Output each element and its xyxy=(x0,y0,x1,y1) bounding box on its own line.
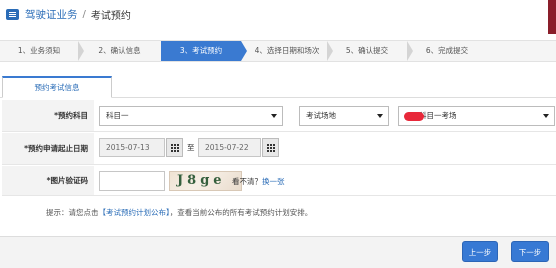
caret-down-icon xyxy=(543,114,549,118)
start-date-input[interactable]: 2015-07-13 xyxy=(99,138,165,157)
hint-prefix: 提示：请您点击 xyxy=(46,208,99,217)
list-icon xyxy=(6,8,19,20)
calendar-icon[interactable] xyxy=(262,138,279,157)
subject-label: *预约科目 xyxy=(2,100,94,131)
subject-select[interactable]: 科目一 xyxy=(99,106,283,126)
breadcrumb-root[interactable]: 驾驶证业务 xyxy=(25,7,78,22)
subject-select-value: 科目一 xyxy=(106,111,129,120)
subject-row: *预约科目 科目一 考试场地 科目一考场 xyxy=(2,100,556,132)
venue-select[interactable]: 考试场地 xyxy=(299,106,389,126)
caret-down-icon xyxy=(377,114,383,118)
tab-bar: 预约考试信息 xyxy=(0,74,556,98)
venue-detail-value: 科目一考场 xyxy=(419,111,457,120)
step-6: 6、完成提交 xyxy=(407,41,487,61)
captcha-input[interactable] xyxy=(99,171,165,191)
step-4: 4、选择日期和场次 xyxy=(247,41,333,61)
step-label: 3、考试预约 xyxy=(179,46,223,55)
step-label: 2、确认信息 xyxy=(98,46,141,55)
step-3: 3、考试预约 xyxy=(161,41,247,61)
calendar-icon[interactable] xyxy=(166,138,183,157)
step-bar: 1、业务须知 2、确认信息 3、考试预约 4、选择日期和场次 5、确认提交 6、… xyxy=(0,40,556,62)
caret-down-icon xyxy=(271,114,277,118)
captcha-hint: 看不清？换一张 xyxy=(232,176,285,187)
step-5: 5、确认提交 xyxy=(327,41,413,61)
breadcrumb-separator: / xyxy=(82,8,86,20)
step-label: 6、完成提交 xyxy=(425,46,469,55)
venue-detail-select[interactable]: 科目一考场 xyxy=(398,106,555,126)
chevron-right-icon xyxy=(241,41,247,61)
venue-select-value: 考试场地 xyxy=(306,111,336,120)
hint-text: 提示：请您点击【考试预约计划公布】，查看当前公布的所有考试预约计划安排。 xyxy=(46,207,312,218)
date-range-separator: 至 xyxy=(187,143,195,152)
captcha-row: *图片验证码 J8ge 看不清？换一张 xyxy=(2,166,556,196)
page-header: 驾驶证业务 / 考试预约 xyxy=(0,0,556,28)
date-range-label: *预约申请起止日期 xyxy=(2,133,94,164)
tab-appointment-info[interactable]: 预约考试信息 xyxy=(2,76,112,98)
schedule-link[interactable]: 【考试预约计划公布】 xyxy=(99,208,170,217)
prev-button[interactable]: 上一步 xyxy=(462,241,498,262)
next-button[interactable]: 下一步 xyxy=(511,241,549,262)
captcha-hint-text: 看不清？ xyxy=(232,177,262,186)
step-label: 5、确认提交 xyxy=(345,46,389,55)
step-label: 4、选择日期和场次 xyxy=(254,46,320,55)
step-1: 1、业务须知 xyxy=(0,41,84,61)
hint-suffix: ，查看当前公布的所有考试预约计划安排。 xyxy=(169,208,313,217)
redaction-mark xyxy=(404,112,424,121)
step-2: 2、确认信息 xyxy=(78,41,167,61)
step-label: 1、业务须知 xyxy=(17,46,61,55)
captcha-label: *图片验证码 xyxy=(2,166,94,195)
date-range-row: *预约申请起止日期 2015-07-13 至 2015-07-22 xyxy=(2,133,556,165)
captcha-refresh-link[interactable]: 换一张 xyxy=(262,177,285,186)
end-date-input[interactable]: 2015-07-22 xyxy=(198,138,261,157)
window-edge-strip xyxy=(548,0,556,34)
breadcrumb-current: 考试预约 xyxy=(90,10,131,22)
